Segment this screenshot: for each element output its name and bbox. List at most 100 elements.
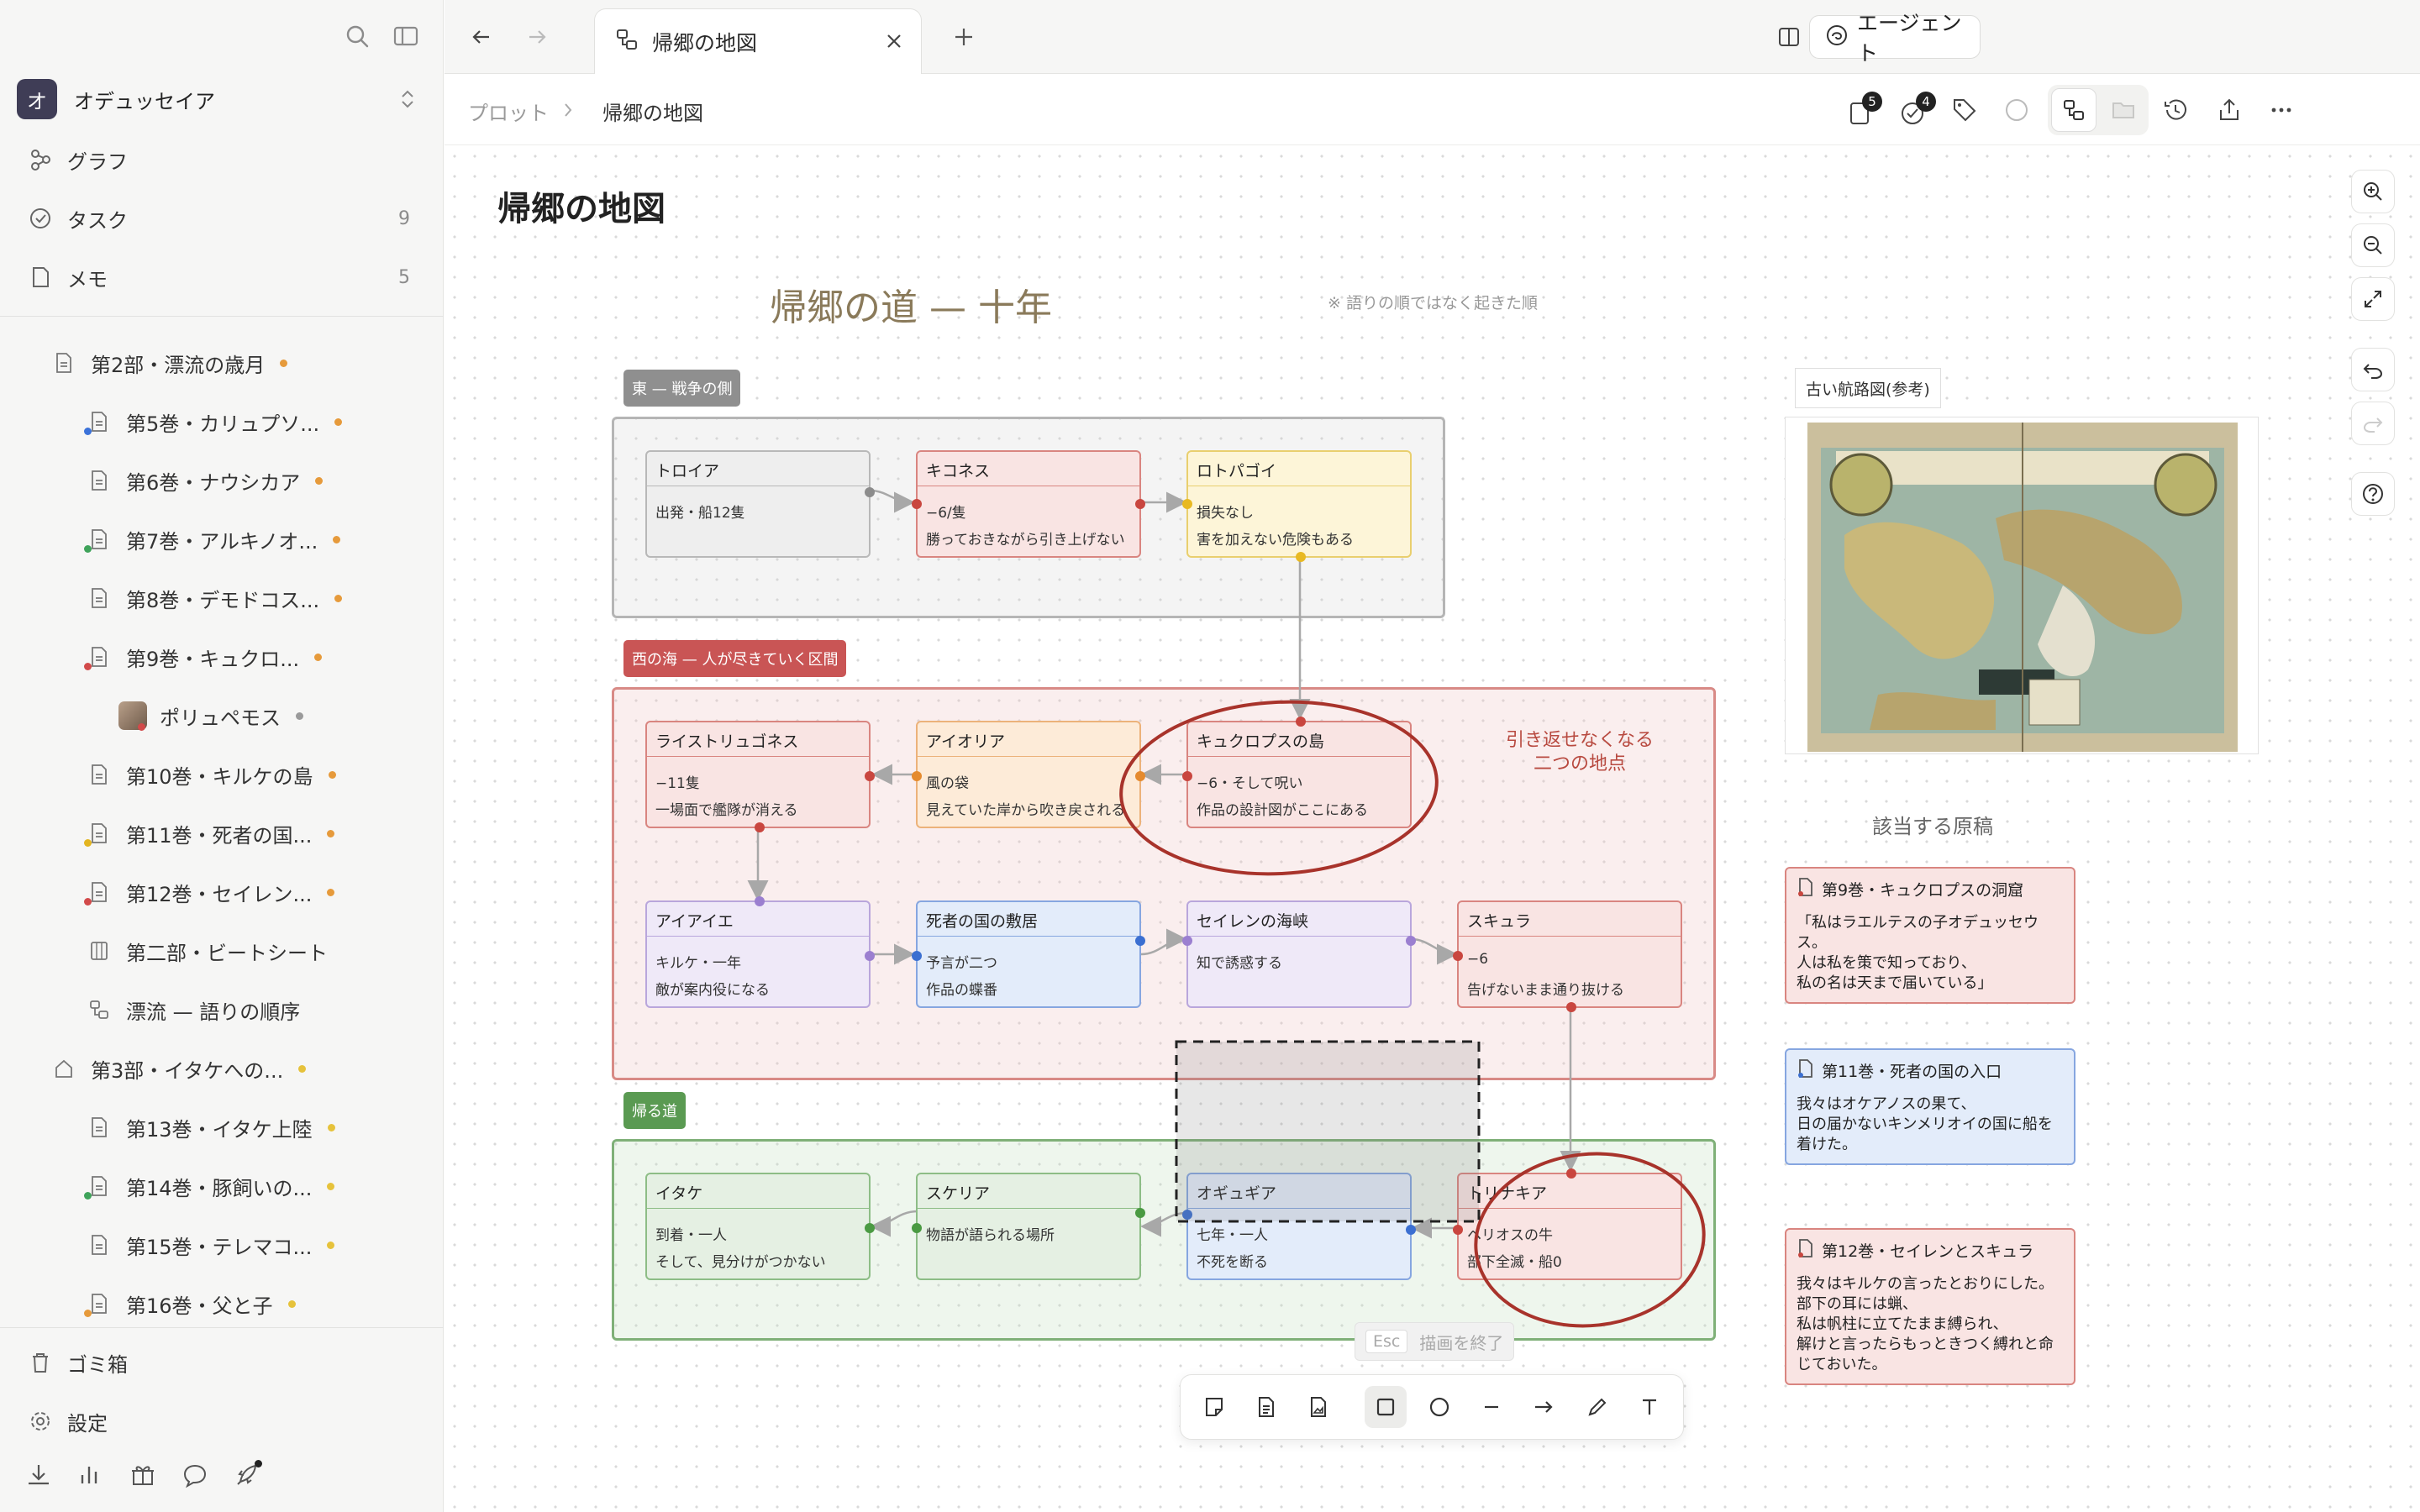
ellipse-tool-icon[interactable] [1418,1386,1460,1428]
connection-point[interactable] [865,487,875,497]
card-line: 作品の蝶番 [926,982,997,999]
document-icon [1797,1058,1815,1083]
zoom-out-icon[interactable] [2351,223,2395,267]
connection-point[interactable] [755,822,765,832]
card-line: 風の袋 [926,775,969,792]
manuscripts-label[interactable]: 該当する原稿 [1872,810,1993,839]
connection-point[interactable] [755,896,765,906]
connection-point[interactable] [1453,1225,1463,1235]
text-tool-icon[interactable] [1628,1386,1670,1428]
connection-point[interactable] [1406,936,1416,946]
card-divider [918,756,1139,757]
connection-point[interactable] [912,771,922,781]
card-divider [1188,936,1410,937]
connection-point[interactable] [865,1223,875,1233]
card-line: 七年・一人 [1197,1227,1268,1244]
card-line: 作品の設計図がここにある [1197,802,1368,819]
card-line: 損失なし [1197,505,1254,522]
card[interactable]: 死者の国の敷居 予言が二つ 作品の蝶番 [912,900,1145,1008]
connector [1411,937,1458,965]
connection-point[interactable] [1135,499,1145,509]
card[interactable]: イタケ到着・一人そして、見分けがつかない [645,1173,875,1280]
line-tool-icon[interactable] [1470,1386,1512,1428]
card[interactable]: スキュラ −6 告げないまま通り抜ける [1453,900,1682,1012]
card[interactable]: ライストリュゴネス −11隻 一場面で艦隊が消える [645,721,875,832]
card[interactable]: アイアイエ キルケ・一年 敵が案内役になる [645,896,875,1008]
connection-point[interactable] [1135,1208,1145,1218]
connector [1140,928,1187,956]
card-line: 不死を断る [1197,1254,1268,1271]
sticky-note-tool-icon[interactable] [1193,1386,1235,1428]
card[interactable]: トロイア出発・船12隻 [645,450,875,558]
connection-point[interactable] [912,1223,922,1233]
fit-screen-icon[interactable] [2351,277,2395,321]
card-line: そして、見分けがつかない [655,1254,826,1271]
card-title: キコネス [926,462,991,480]
card-line: 告げないまま通り抜ける [1467,982,1624,999]
card[interactable]: セイレンの海峡 知で誘惑する [1182,900,1416,1008]
note-body: 我々はキルケの言ったとおりにした。 部下の耳には蝋、 私は帆柱に立てたまま縛られ… [1797,1275,2054,1373]
arrow-tool-icon[interactable] [1523,1386,1565,1428]
card-line: ヘリオスの牛 [1467,1227,1553,1244]
note-body: 「私はラエルテスの子オデュッセウス。 人は私を策で知っており、 私の名は天まで届… [1797,914,2039,992]
connection-point[interactable] [1182,1210,1192,1220]
help-icon[interactable] [2351,472,2395,516]
connection-point[interactable] [912,951,922,961]
card-title: ロトパゴイ [1197,462,1277,480]
card-divider [918,936,1139,937]
card-line: 出発・船12隻 [655,505,745,522]
card[interactable]: オギュギア七年・一人不死を断る [1182,1173,1416,1280]
rectangle-tool-icon[interactable] [1365,1386,1407,1428]
document-tool-icon[interactable] [1245,1386,1287,1428]
card[interactable]: アイオリア 風の袋 見えていた岸から吹き戻される [912,721,1145,828]
connection-point[interactable] [1135,771,1145,781]
image-tool-icon[interactable] [1297,1386,1339,1428]
connection-point[interactable] [912,499,922,509]
old-map-image[interactable] [1785,417,2259,754]
connection-point[interactable] [865,951,875,961]
card[interactable]: ロトパゴイ 損失なし 害を加えない危険もある [1182,450,1412,562]
connection-point[interactable] [1566,1168,1576,1179]
card[interactable]: キュクロプスの島 −6・そして呪い 作品の設計図がここにある [1182,717,1412,828]
card-line: 到着・一人 [655,1227,727,1244]
card[interactable]: トリナキア ヘリオスの牛 部下全滅・船0 [1453,1168,1682,1280]
connection-point[interactable] [1453,951,1463,961]
card-line: 知で誘惑する [1197,955,1282,972]
connection-point[interactable] [1182,499,1192,509]
manuscript-note[interactable]: 第12巻・セイレンとスキュラ 我々はキルケの言ったとおりにした。 部下の耳には蝋、… [1785,1228,2075,1385]
card-line: キルケ・一年 [655,955,741,972]
undo-icon[interactable] [2351,348,2395,391]
map-label[interactable]: 古い航路図(参考) [1795,368,1941,408]
card-divider [1459,1208,1681,1209]
manuscript-note[interactable]: 第9巻・キュクロプスの洞窟 「私はラエルテスの子オデュッセウス。 人は私を策で知っ… [1785,867,2075,1004]
connector [870,489,915,513]
pen-tool-icon[interactable] [1576,1386,1618,1428]
connection-point[interactable] [1296,717,1306,727]
manuscript-note[interactable]: 第11巻・死者の国の入口 我々はオケアノスの果て、 日の届かないキンメリオイの国に… [1785,1048,2075,1165]
connector [1140,1211,1187,1237]
connection-point[interactable] [1296,552,1306,562]
connection-point[interactable] [1566,1002,1576,1012]
connection-point[interactable] [1406,1225,1416,1235]
annotation-text[interactable]: 引き返せなくなる 二つの地点 [1479,729,1681,776]
card[interactable]: スケリア 物語が語られる場所 [912,1173,1145,1280]
connection-point[interactable] [1182,771,1192,781]
esc-label: 描画を終了 [1419,1332,1504,1353]
card-title: トロイア [655,462,720,480]
card-line: 見えていた岸から吹き戻される [926,802,1126,819]
card-title: 死者の国の敷居 [926,912,1039,931]
card-title: オギュギア [1197,1184,1277,1203]
card-line: 敵が案内役になる [655,982,770,999]
redo-icon[interactable] [2351,402,2395,445]
card-divider [647,936,869,937]
document-icon [1797,877,1815,901]
card-line: −6 [1467,951,1489,968]
connection-point[interactable] [865,771,875,781]
zoom-in-icon[interactable] [2351,170,2395,213]
card-divider [647,756,869,757]
card-title: イタケ [655,1184,703,1203]
card-line: 物語が語られる場所 [926,1227,1055,1244]
connection-point[interactable] [1135,936,1145,946]
connection-point[interactable] [1182,936,1192,946]
card[interactable]: キコネス −6/隻 勝っておきながら引き上げない [912,450,1145,558]
